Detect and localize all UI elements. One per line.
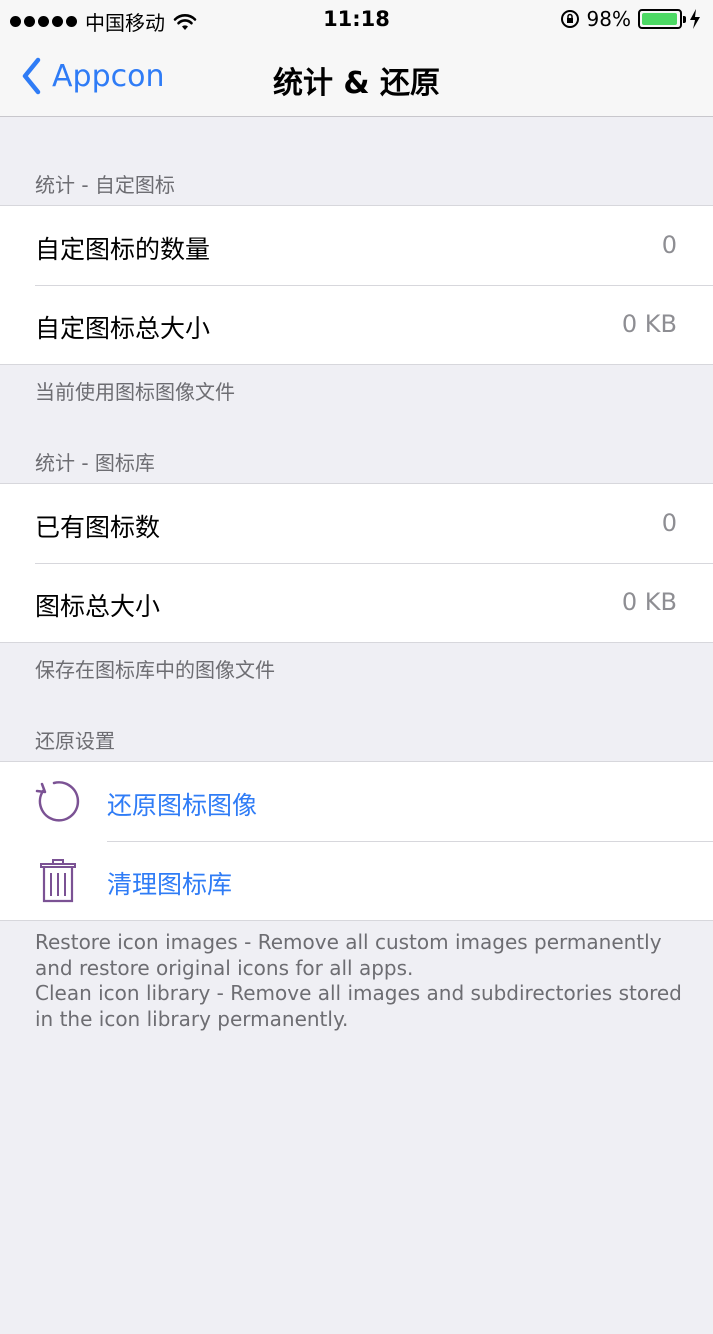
description-clean: Clean icon library - Remove all images a… (35, 981, 682, 1031)
section-header-icon-library: 统计 - 图标库 (35, 451, 155, 475)
trash-icon (40, 859, 76, 903)
clean-icon-library-button[interactable]: 清理图标库 (0, 841, 713, 920)
restore-description: Restore icon images - Remove all custom … (35, 930, 685, 1032)
restore-icon (35, 781, 80, 822)
section-header-restore: 还原设置 (35, 729, 115, 753)
charging-bolt-icon (690, 9, 700, 29)
restore-icon-images-label: 还原图标图像 (107, 791, 258, 820)
restore-group: 还原图标图像 清理图标库 (0, 761, 713, 921)
battery-icon (638, 9, 686, 29)
navigation-bar: Appcon 统计 & 还原 (0, 40, 713, 116)
row-value: 0 (661, 231, 677, 259)
row-value: 0 KB (621, 588, 677, 616)
top-bar: 中国移动 11:18 98% Appcon 统计 & 还原 (0, 0, 713, 117)
orientation-lock-icon (560, 10, 579, 28)
section-footer-icon-library: 保存在图标库中的图像文件 (35, 658, 275, 682)
section-footer-custom-icons: 当前使用图标图像文件 (35, 380, 235, 404)
custom-icons-group: 自定图标的数量 0 自定图标总大小 0 KB (0, 205, 713, 365)
icon-library-group: 已有图标数 0 图标总大小 0 KB (0, 483, 713, 643)
status-bar: 中国移动 11:18 98% (0, 0, 713, 40)
row-library-icon-size: 图标总大小 0 KB (0, 563, 713, 642)
section-header-custom-icons: 统计 - 自定图标 (35, 173, 175, 197)
row-custom-icon-count: 自定图标的数量 0 (0, 206, 713, 285)
description-restore: Restore icon images - Remove all custom … (35, 930, 662, 980)
battery-percent: 98% (586, 7, 631, 31)
page-title: 统计 & 还原 (272, 66, 441, 101)
row-label: 自定图标的数量 (35, 235, 211, 264)
restore-icon-images-button[interactable]: 还原图标图像 (0, 762, 713, 841)
row-label: 自定图标总大小 (35, 314, 211, 343)
status-right: 98% (560, 7, 701, 31)
clean-icon-library-label: 清理图标库 (107, 870, 233, 899)
row-label: 图标总大小 (35, 592, 161, 621)
battery-fill (642, 13, 678, 25)
row-label: 已有图标数 (35, 513, 161, 542)
row-custom-icon-size: 自定图标总大小 0 KB (0, 285, 713, 364)
page: 中国移动 11:18 98% Appcon 统计 & 还原 统计 - 自定图标 … (0, 0, 713, 1334)
row-value: 0 KB (621, 310, 677, 338)
row-library-icon-count: 已有图标数 0 (0, 484, 713, 563)
row-value: 0 (661, 509, 677, 537)
